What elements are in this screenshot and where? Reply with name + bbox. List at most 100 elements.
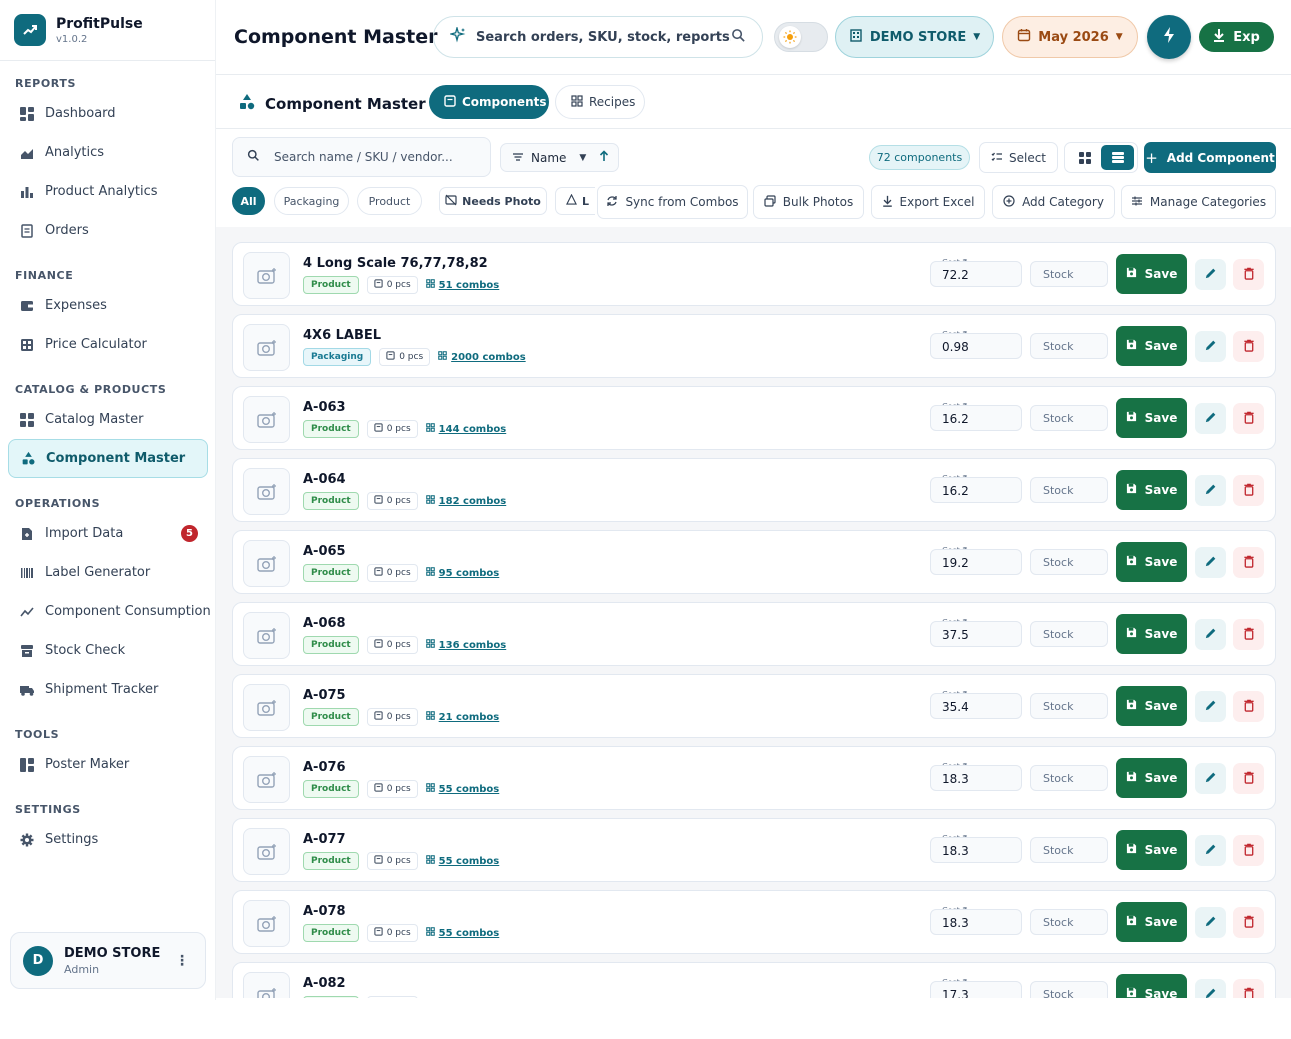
stock-input[interactable]: Stock: [1030, 261, 1108, 287]
list-view-icon[interactable]: [1101, 145, 1134, 170]
combos-link[interactable]: 2000 combos: [438, 351, 526, 363]
export-excel-button[interactable]: Export Excel: [871, 185, 985, 219]
camera-icon[interactable]: [243, 540, 290, 587]
camera-icon[interactable]: [243, 396, 290, 443]
sidebar-item-label-generator[interactable]: Label Generator: [0, 553, 216, 592]
camera-icon[interactable]: [243, 900, 290, 947]
cost-input[interactable]: 16.2: [930, 477, 1022, 503]
tab-components[interactable]: Components: [429, 85, 549, 119]
cost-input[interactable]: 17.3: [930, 981, 1022, 998]
chip-packaging[interactable]: Packaging: [274, 187, 349, 215]
select-mode-button[interactable]: Select: [979, 142, 1058, 173]
delete-button[interactable]: [1233, 475, 1264, 506]
edit-button[interactable]: [1195, 403, 1226, 434]
sidebar-item-product-analytics[interactable]: Product Analytics: [0, 172, 216, 211]
sidebar-item-price-calculator[interactable]: Price Calculator: [0, 325, 216, 364]
edit-button[interactable]: [1195, 331, 1226, 362]
add-category-button[interactable]: Add Category: [992, 185, 1115, 219]
edit-button[interactable]: [1195, 763, 1226, 794]
save-button[interactable]: Save: [1116, 902, 1187, 942]
delete-button[interactable]: [1233, 835, 1264, 866]
combos-link[interactable]: 182 combos: [425, 495, 506, 507]
cost-input[interactable]: 18.3: [930, 765, 1022, 791]
camera-icon[interactable]: [243, 324, 290, 371]
edit-button[interactable]: [1195, 979, 1226, 998]
edit-button[interactable]: [1195, 619, 1226, 650]
save-button[interactable]: Save: [1116, 614, 1187, 654]
combos-link[interactable]: 21 combos: [425, 711, 499, 723]
chip-product[interactable]: Product: [357, 187, 422, 215]
theme-toggle[interactable]: [774, 22, 828, 52]
camera-icon[interactable]: [243, 612, 290, 659]
delete-button[interactable]: [1233, 763, 1264, 794]
cost-input[interactable]: 16.2: [930, 405, 1022, 431]
delete-button[interactable]: [1233, 907, 1264, 938]
search-icon[interactable]: [731, 28, 746, 47]
delete-button[interactable]: [1233, 979, 1264, 998]
camera-icon[interactable]: [243, 684, 290, 731]
month-selector[interactable]: May 2026 ▼: [1002, 16, 1138, 58]
cost-input[interactable]: 37.5: [930, 621, 1022, 647]
camera-icon[interactable]: [243, 972, 290, 998]
edit-button[interactable]: [1195, 835, 1226, 866]
stock-input[interactable]: Stock: [1030, 405, 1108, 431]
save-button[interactable]: Save: [1116, 830, 1187, 870]
edit-button[interactable]: [1195, 547, 1226, 578]
manage-categories-button[interactable]: Manage Categories: [1121, 185, 1276, 219]
stock-input[interactable]: Stock: [1030, 765, 1108, 791]
camera-icon[interactable]: [243, 828, 290, 875]
chip-all[interactable]: All: [232, 187, 265, 215]
sidebar-item-settings[interactable]: Settings: [0, 820, 216, 859]
stock-input[interactable]: Stock: [1030, 693, 1108, 719]
global-search-input[interactable]: Search orders, SKU, stock, reports...: [433, 16, 763, 58]
edit-button[interactable]: [1195, 475, 1226, 506]
bulk-photos-button[interactable]: Bulk Photos: [753, 185, 864, 219]
delete-button[interactable]: [1233, 403, 1264, 434]
save-button[interactable]: Save: [1116, 398, 1187, 438]
component-search-input[interactable]: Search name / SKU / vendor...: [232, 137, 491, 177]
delete-button[interactable]: [1233, 547, 1264, 578]
delete-button[interactable]: [1233, 259, 1264, 290]
sidebar-item-component-consumption[interactable]: Component Consumption: [0, 592, 216, 631]
sort-direction-arrow-icon[interactable]: [599, 150, 609, 165]
combos-link[interactable]: 51 combos: [425, 279, 499, 291]
sort-select[interactable]: Name ▼: [500, 143, 619, 172]
combos-link[interactable]: 136 combos: [425, 639, 506, 651]
camera-icon[interactable]: [243, 468, 290, 515]
combos-link[interactable]: 55 combos: [425, 783, 499, 795]
cost-input[interactable]: 72.2: [930, 261, 1022, 287]
brand[interactable]: ProfitPulse v1.0.2: [14, 14, 143, 46]
cost-input[interactable]: 35.4: [930, 693, 1022, 719]
edit-button[interactable]: [1195, 691, 1226, 722]
sidebar-item-poster-maker[interactable]: Poster Maker: [0, 745, 216, 784]
cost-input[interactable]: 19.2: [930, 549, 1022, 575]
delete-button[interactable]: [1233, 691, 1264, 722]
sync-combos-button[interactable]: Sync from Combos: [597, 185, 748, 219]
export-button[interactable]: Exp: [1199, 22, 1274, 52]
stock-input[interactable]: Stock: [1030, 909, 1108, 935]
save-button[interactable]: Save: [1116, 974, 1187, 998]
stock-input[interactable]: Stock: [1030, 981, 1108, 998]
sidebar-item-shipment-tracker[interactable]: Shipment Tracker: [0, 670, 216, 709]
camera-icon[interactable]: [243, 252, 290, 299]
cost-input[interactable]: 0.98: [930, 333, 1022, 359]
sidebar-item-dashboard[interactable]: Dashboard: [0, 94, 216, 133]
sidebar-item-expenses[interactable]: Expenses: [0, 286, 216, 325]
combos-link[interactable]: 95 combos: [425, 567, 499, 579]
edit-button[interactable]: [1195, 259, 1226, 290]
stock-input[interactable]: Stock: [1030, 837, 1108, 863]
quick-action-button[interactable]: [1147, 15, 1191, 59]
combos-link[interactable]: 55 combos: [425, 927, 499, 939]
cost-input[interactable]: 18.3: [930, 837, 1022, 863]
save-button[interactable]: Save: [1116, 326, 1187, 366]
delete-button[interactable]: [1233, 331, 1264, 362]
cost-input[interactable]: 18.3: [930, 909, 1022, 935]
chip-truncated[interactable]: L: [555, 187, 595, 215]
combos-link[interactable]: 144 combos: [425, 423, 506, 435]
more-menu-icon[interactable]: ⋮: [175, 953, 189, 969]
add-component-button[interactable]: + Add Component: [1144, 142, 1276, 173]
stock-input[interactable]: Stock: [1030, 621, 1108, 647]
user-card[interactable]: D DEMO STORE Admin ⋮: [10, 932, 206, 989]
sidebar-item-catalog-master[interactable]: Catalog Master: [0, 400, 216, 439]
edit-button[interactable]: [1195, 907, 1226, 938]
